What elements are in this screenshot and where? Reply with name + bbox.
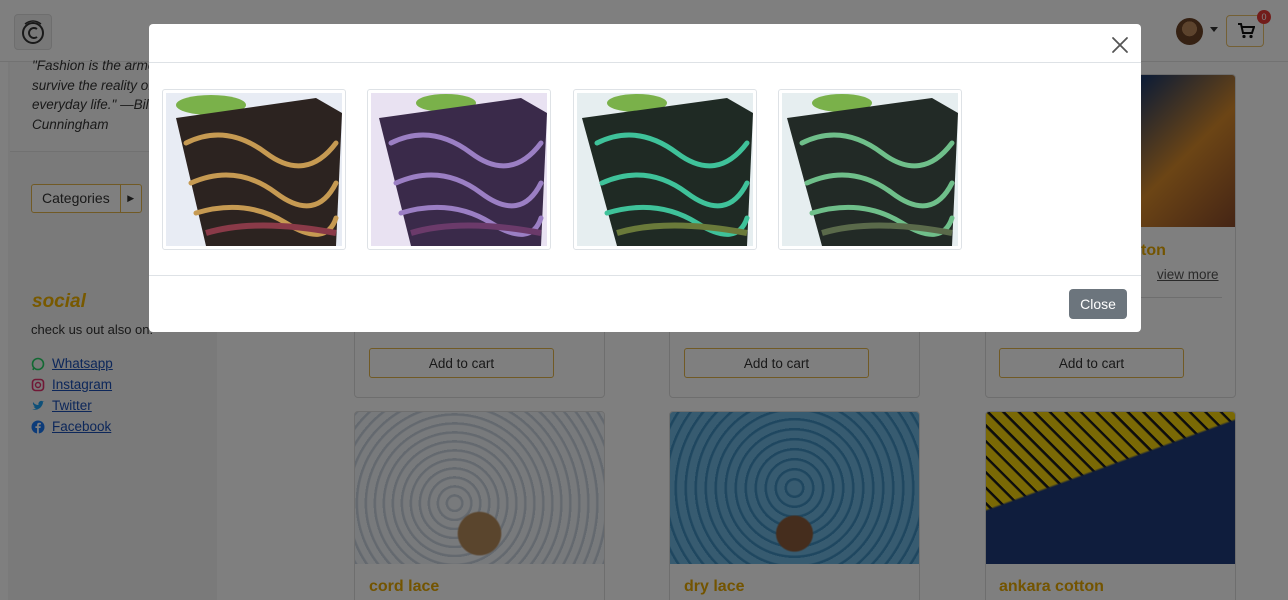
gallery-thumbnail[interactable] [573, 89, 757, 250]
modal-body [149, 63, 1141, 276]
modal-header [149, 24, 1141, 63]
fabric-image [371, 93, 547, 246]
close-icon[interactable] [1109, 34, 1131, 56]
gallery-thumbnail[interactable] [162, 89, 346, 250]
gallery-thumbnail[interactable] [778, 89, 962, 250]
gallery-thumbnail[interactable] [367, 89, 551, 250]
fabric-image [782, 93, 958, 246]
close-button[interactable]: Close [1069, 289, 1127, 319]
fabric-image [166, 93, 342, 246]
fabric-image [577, 93, 753, 246]
image-gallery-modal: Close [149, 24, 1141, 332]
